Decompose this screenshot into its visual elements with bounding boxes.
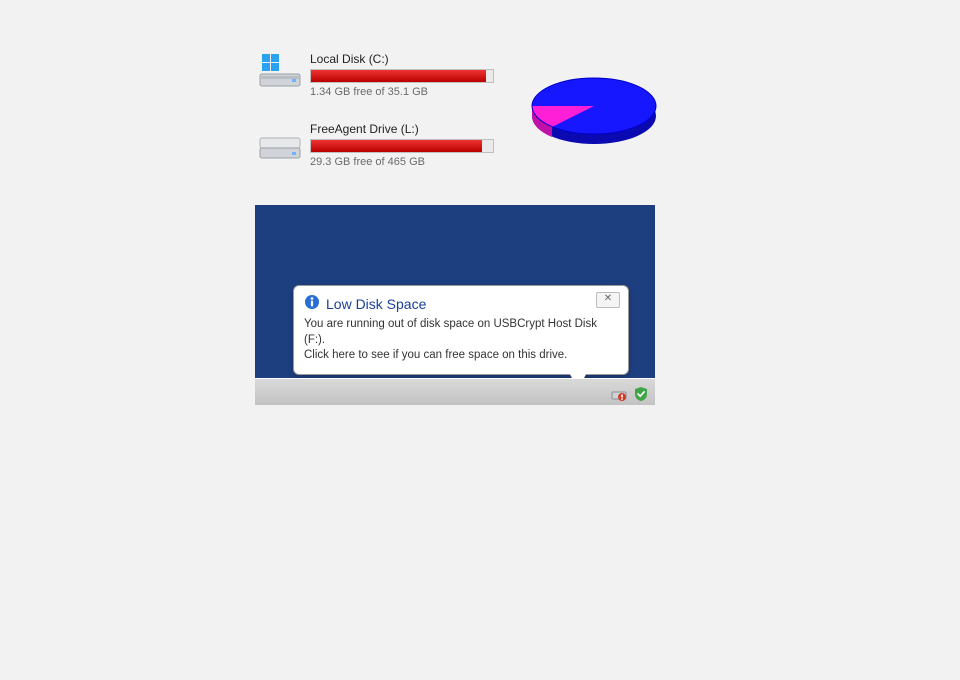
- balloon-title: Low Disk Space: [326, 296, 426, 312]
- notification-balloon[interactable]: ✕ Low Disk Space You are running out of …: [293, 285, 629, 375]
- external-drive-icon: [258, 122, 302, 162]
- drive-name: FreeAgent Drive (L:): [310, 122, 498, 136]
- usage-bar: [310, 139, 494, 153]
- usage-bar: [310, 69, 494, 83]
- balloon-line: You are running out of disk space on USB…: [304, 317, 618, 348]
- usage-bar-fill: [311, 140, 482, 152]
- drive-list: Local Disk (C:) 1.34 GB free of 35.1 GB …: [258, 52, 498, 192]
- drive-name: Local Disk (C:): [310, 52, 498, 66]
- drive-item[interactable]: FreeAgent Drive (L:) 29.3 GB free of 465…: [258, 122, 498, 168]
- balloon-body: You are running out of disk space on USB…: [304, 317, 618, 364]
- windows-drive-icon: [258, 52, 302, 92]
- system-tray: [611, 386, 649, 402]
- drive-item[interactable]: Local Disk (C:) 1.34 GB free of 35.1 GB: [258, 52, 498, 98]
- drive-alert-icon[interactable]: [611, 386, 627, 402]
- drive-free-text: 29.3 GB free of 465 GB: [310, 156, 498, 168]
- balloon-line: Click here to see if you can free space …: [304, 348, 618, 364]
- disk-usage-pie-chart: [530, 74, 658, 144]
- taskbar: [255, 378, 655, 405]
- close-button[interactable]: ✕: [596, 292, 620, 308]
- shield-ok-icon[interactable]: [633, 386, 649, 402]
- desktop-preview: ✕ Low Disk Space You are running out of …: [255, 205, 655, 405]
- usage-bar-fill: [311, 70, 486, 82]
- drive-free-text: 1.34 GB free of 35.1 GB: [310, 86, 498, 98]
- info-icon: [304, 294, 320, 313]
